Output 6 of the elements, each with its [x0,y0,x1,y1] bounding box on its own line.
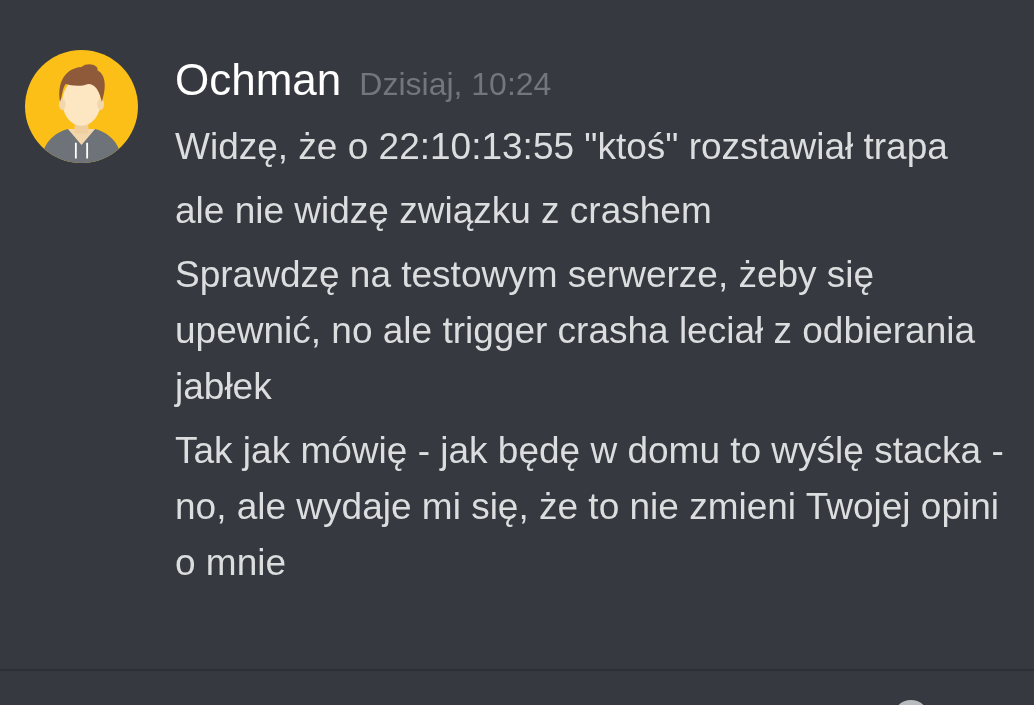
author-name[interactable]: Ochman [175,53,342,106]
message-text: Tak jak mówię - jak będę w domu to wyślę stacka - no, ale wydaje mi się, że to nie zmieni Twojej opini o mnie [175,429,1004,585]
message-text: Widzę, że o 22:10:13:55 "ktoś" rozstawiał trapa [175,125,949,169]
message-text: ale nie widzę związku z crashem [175,189,713,233]
message-text: Sprawdzę na testowym serwerze, żeby się upewnić, no ale trigger crasha leciał z odbierania jabłek [175,253,977,409]
message-timestamp: Dzisiaj, 10:24 [359,65,552,104]
